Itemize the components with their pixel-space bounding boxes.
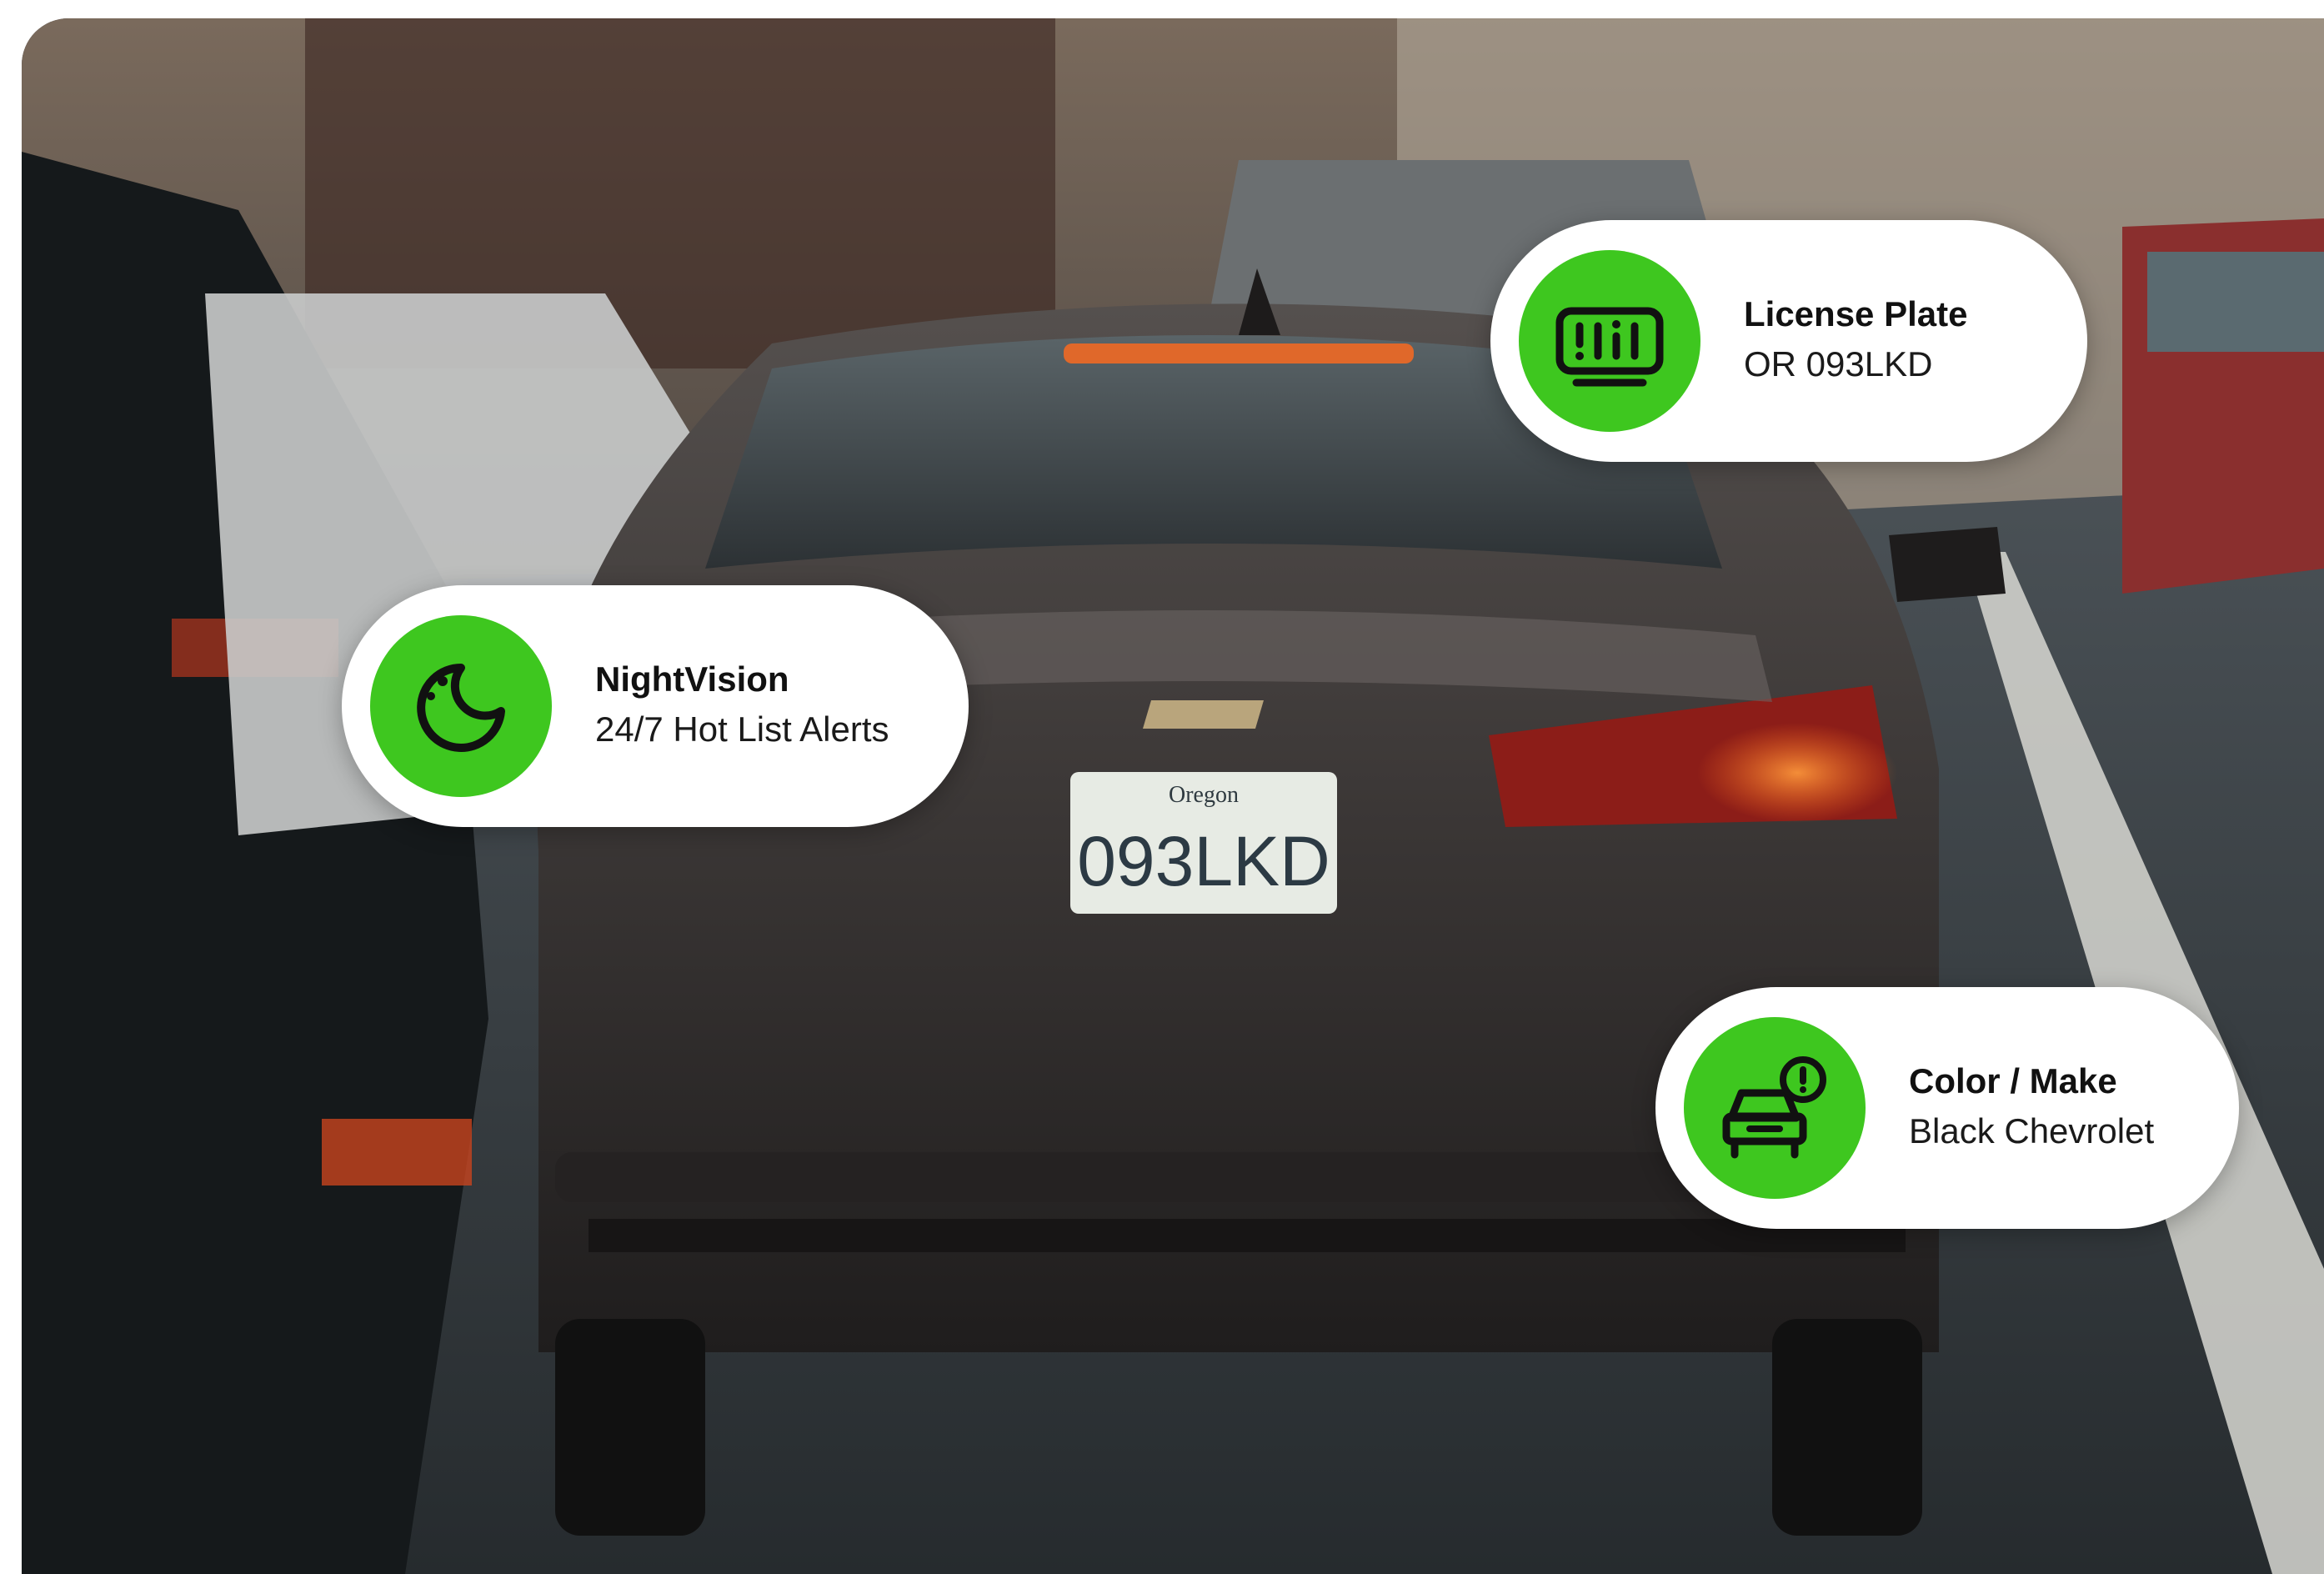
- license-plate-badge: [1519, 250, 1700, 432]
- night-vision-title: NightVision: [595, 659, 789, 699]
- license-plate-card: License Plate OR 093LKD: [1490, 220, 2087, 462]
- plate-number-text: 093LKD: [1077, 822, 1330, 900]
- night-vision-badge: [370, 615, 552, 797]
- color-make-title: Color / Make: [1909, 1061, 2117, 1101]
- color-make-badge: [1684, 1017, 1866, 1199]
- license-plate-value: OR 093LKD: [1744, 343, 1933, 383]
- license-plate-icon: [1555, 307, 1664, 387]
- color-make-value: Black Chevrolet: [1909, 1110, 2155, 1150]
- night-vision-value: 24/7 Hot List Alerts: [595, 709, 889, 749]
- plate-state-text: Oregon: [1169, 782, 1239, 808]
- hero-stage: Oregon 093LKD License Plate OR 093LKD Ni…: [0, 0, 2324, 1574]
- car-alert-icon: [1722, 1056, 1826, 1159]
- license-plate-title: License Plate: [1744, 294, 1968, 334]
- color-make-card: Color / Make Black Chevrolet: [1655, 987, 2239, 1229]
- night-vision-card: NightVision 24/7 Hot List Alerts: [342, 585, 969, 827]
- moon-icon: [417, 664, 505, 752]
